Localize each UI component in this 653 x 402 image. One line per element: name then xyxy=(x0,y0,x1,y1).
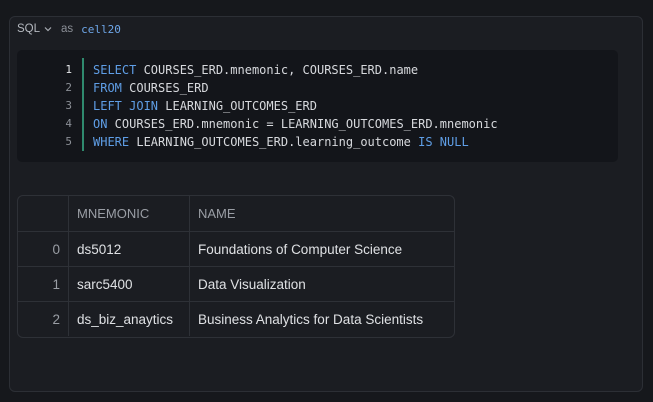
language-select[interactable]: SQL xyxy=(17,23,52,35)
column-header-name[interactable]: NAME xyxy=(189,196,454,232)
column-header-mnemonic[interactable]: MNEMONIC xyxy=(68,196,190,232)
cell-mnemonic: ds5012 xyxy=(68,231,190,267)
line-number: 2 xyxy=(65,81,72,94)
cell-name: Foundations of Computer Science xyxy=(189,231,454,267)
cell-name: Business Analytics for Data Scientists xyxy=(198,311,424,327)
cell-mnemonic: ds_biz_anaytics xyxy=(68,301,190,336)
code-line[interactable]: SELECT COURSES_ERD.mnemonic, COURSES_ERD… xyxy=(93,61,498,79)
row-index: 1 xyxy=(18,266,69,302)
cell-name: Data Visualization xyxy=(189,266,454,302)
code-line[interactable]: LEFT JOIN LEARNING_OUTCOMES_ERD xyxy=(93,97,498,115)
result-table: MNEMONIC NAME 0 ds5012 Foundations of Co… xyxy=(17,195,455,338)
index-column-header xyxy=(18,196,69,232)
code-area[interactable]: SELECT COURSES_ERD.mnemonic, COURSES_ERD… xyxy=(93,61,498,151)
sql-keyword: ON xyxy=(93,117,108,131)
modified-lines-indicator xyxy=(82,58,84,151)
table-row: 0 ds5012 Foundations of Computer Science xyxy=(18,231,454,267)
sql-editor[interactable]: 1 2 3 4 5 SELECT COURSES_ERD.mnemonic, C… xyxy=(17,50,618,162)
sql-keyword: SELECT xyxy=(93,63,137,77)
row-index: 2 xyxy=(18,301,69,336)
sql-keyword: IS NULL xyxy=(418,135,469,149)
code-line[interactable]: WHERE LEARNING_OUTCOMES_ERD.learning_out… xyxy=(93,133,498,151)
code-line[interactable]: FROM COURSES_ERD xyxy=(93,79,498,97)
sql-text: COURSES_ERD.mnemonic = LEARNING_OUTCOMES… xyxy=(107,117,498,131)
row-index: 0 xyxy=(18,231,69,267)
line-number: 3 xyxy=(65,99,72,112)
line-number: 5 xyxy=(65,135,72,148)
language-label: SQL xyxy=(17,23,41,35)
cell-name-variable[interactable]: cell20 xyxy=(81,23,121,36)
chevron-down-icon xyxy=(44,25,52,33)
cell-mnemonic: sarc5400 xyxy=(68,266,190,302)
sql-text: LEARNING_OUTCOMES_ERD.learning_outcome xyxy=(129,135,419,149)
line-number-gutter: 1 2 3 4 5 xyxy=(17,61,72,151)
sql-keyword: FROM xyxy=(93,81,122,95)
sql-keyword: WHERE xyxy=(93,135,130,149)
line-number: 1 xyxy=(65,63,72,76)
table-row: 2 ds_biz_anaytics Business Analytics for… xyxy=(18,301,454,336)
sql-text: COURSES_ERD xyxy=(121,81,209,95)
code-line[interactable]: ON COURSES_ERD.mnemonic = LEARNING_OUTCO… xyxy=(93,115,498,133)
table-header-row: MNEMONIC NAME xyxy=(18,196,454,232)
sql-text: COURSES_ERD.mnemonic, COURSES_ERD.name xyxy=(136,63,419,77)
as-label: as xyxy=(61,23,74,35)
sql-keyword: LEFT JOIN xyxy=(93,99,159,113)
sql-text: LEARNING_OUTCOMES_ERD xyxy=(158,99,317,113)
cell-header: SQL as cell20 xyxy=(17,21,121,37)
line-number: 4 xyxy=(65,117,72,130)
table-row: 1 sarc5400 Data Visualization xyxy=(18,266,454,302)
